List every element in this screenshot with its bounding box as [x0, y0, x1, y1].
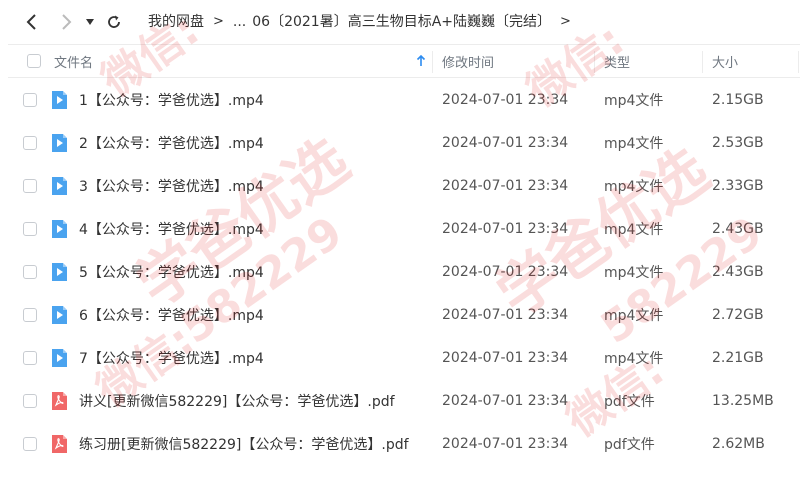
- file-name[interactable]: 7【公众号：学爸优选】.mp4: [79, 336, 264, 379]
- forward-button[interactable]: [54, 10, 78, 34]
- file-modified-time: 2024-07-01 23:34: [442, 220, 569, 237]
- file-name[interactable]: 2【公众号：学爸优选】.mp4: [79, 121, 264, 164]
- video-file-icon: [51, 121, 68, 164]
- file-type: mp4文件: [604, 92, 664, 109]
- file-size: 2.21GB: [712, 349, 764, 366]
- file-row[interactable]: 7【公众号：学爸优选】.mp4 2024-07-01 23:34 mp4文件 2.21…: [8, 336, 800, 379]
- file-row[interactable]: 1【公众号：学爸优选】.mp4 2024-07-01 23:34 mp4文件 2.15…: [8, 78, 800, 121]
- file-name[interactable]: 1【公众号：学爸优选】.mp4: [79, 78, 264, 121]
- chevron-right-icon: [62, 14, 72, 30]
- video-file-icon: [51, 78, 68, 121]
- chevron-left-icon: [26, 14, 36, 30]
- file-name[interactable]: 练习册[更新微信582229]【公众号：学爸优选】.pdf: [79, 422, 409, 465]
- file-type: mp4文件: [604, 178, 664, 195]
- video-file-icon: [51, 250, 68, 293]
- file-size: 13.25MB: [712, 392, 774, 409]
- refresh-button[interactable]: [102, 10, 126, 34]
- file-row[interactable]: 练习册[更新微信582229]【公众号：学爸优选】.pdf 2024-07-01 …: [8, 422, 800, 465]
- file-name[interactable]: 讲义[更新微信582229]【公众号：学爸优选】.pdf: [79, 379, 395, 422]
- row-checkbox[interactable]: [23, 336, 37, 379]
- file-name[interactable]: 6【公众号：学爸优选】.mp4: [79, 293, 264, 336]
- file-modified-time: 2024-07-01 23:34: [442, 392, 569, 409]
- file-name[interactable]: 5【公众号：学爸优选】.mp4: [79, 250, 264, 293]
- file-row[interactable]: 4【公众号：学爸优选】.mp4 2024-07-01 23:34 mp4文件 2.43…: [8, 207, 800, 250]
- file-type: mp4文件: [604, 307, 664, 324]
- row-checkbox[interactable]: [23, 250, 37, 293]
- file-type: mp4文件: [604, 264, 664, 281]
- file-modified-time: 2024-07-01 23:34: [442, 349, 569, 366]
- column-header-modified[interactable]: 修改时间: [442, 45, 494, 77]
- navigation-bar: 我的网盘 > ... 06〔2021暑〕高三生物目标A+陆巍巍〔完结〕 >: [0, 0, 800, 44]
- file-name[interactable]: 3【公众号：学爸优选】.mp4: [79, 164, 264, 207]
- column-header-type[interactable]: 类型: [604, 45, 630, 77]
- row-checkbox[interactable]: [23, 422, 37, 465]
- video-file-icon: [51, 336, 68, 379]
- file-size: 2.33GB: [712, 177, 764, 194]
- file-list: 1【公众号：学爸优选】.mp4 2024-07-01 23:34 mp4文件 2.15…: [8, 78, 800, 465]
- row-checkbox[interactable]: [23, 207, 37, 250]
- breadcrumb-separator-icon: >: [213, 14, 224, 29]
- file-size: 2.62MB: [712, 435, 765, 452]
- file-size: 2.15GB: [712, 91, 764, 108]
- file-size: 2.53GB: [712, 134, 764, 151]
- file-list-header: 文件名 修改时间 类型 大小: [8, 44, 800, 78]
- file-row[interactable]: 讲义[更新微信582229]【公众号：学爸优选】.pdf 2024-07-01 2…: [8, 379, 800, 422]
- select-all-checkbox[interactable]: [27, 45, 41, 77]
- video-file-icon: [51, 207, 68, 250]
- file-modified-time: 2024-07-01 23:34: [442, 177, 569, 194]
- breadcrumb-ellipsis[interactable]: ...: [233, 12, 246, 32]
- file-type: mp4文件: [604, 135, 664, 152]
- breadcrumb-current-folder[interactable]: 06〔2021暑〕高三生物目标A+陆巍巍〔完结〕: [252, 12, 551, 32]
- breadcrumb-root[interactable]: 我的网盘: [148, 12, 204, 32]
- file-type: pdf文件: [604, 436, 655, 453]
- row-checkbox[interactable]: [23, 121, 37, 164]
- file-modified-time: 2024-07-01 23:34: [442, 435, 569, 452]
- file-name[interactable]: 4【公众号：学爸优选】.mp4: [79, 207, 264, 250]
- breadcrumb-separator-icon: >: [560, 14, 571, 29]
- back-button[interactable]: [20, 10, 44, 34]
- file-type: mp4文件: [604, 350, 664, 367]
- file-modified-time: 2024-07-01 23:34: [442, 134, 569, 151]
- row-checkbox[interactable]: [23, 164, 37, 207]
- column-divider[interactable]: [594, 51, 595, 73]
- file-size: 2.43GB: [712, 263, 764, 280]
- row-checkbox[interactable]: [23, 78, 37, 121]
- file-size: 2.43GB: [712, 220, 764, 237]
- file-modified-time: 2024-07-01 23:34: [442, 263, 569, 280]
- video-file-icon: [51, 164, 68, 207]
- file-type: mp4文件: [604, 221, 664, 238]
- video-file-icon: [51, 293, 68, 336]
- history-dropdown-button[interactable]: [80, 10, 100, 34]
- pdf-file-icon: [51, 422, 68, 465]
- column-divider[interactable]: [798, 51, 799, 73]
- file-row[interactable]: 5【公众号：学爸优选】.mp4 2024-07-01 23:34 mp4文件 2.43…: [8, 250, 800, 293]
- column-divider[interactable]: [432, 51, 433, 73]
- refresh-icon: [108, 15, 120, 28]
- breadcrumb: 我的网盘 > ... 06〔2021暑〕高三生物目标A+陆巍巍〔完结〕 >: [148, 12, 580, 32]
- pdf-file-icon: [51, 379, 68, 422]
- file-modified-time: 2024-07-01 23:34: [442, 306, 569, 323]
- file-size: 2.72GB: [712, 306, 764, 323]
- file-type: pdf文件: [604, 393, 655, 410]
- column-header-name[interactable]: 文件名: [54, 45, 93, 77]
- file-modified-time: 2024-07-01 23:34: [442, 91, 569, 108]
- row-checkbox[interactable]: [23, 379, 37, 422]
- column-divider[interactable]: [702, 51, 703, 73]
- sort-ascending-icon[interactable]: [416, 45, 426, 77]
- file-row[interactable]: 3【公众号：学爸优选】.mp4 2024-07-01 23:34 mp4文件 2.33…: [8, 164, 800, 207]
- file-row[interactable]: 2【公众号：学爸优选】.mp4 2024-07-01 23:34 mp4文件 2.53…: [8, 121, 800, 164]
- row-checkbox[interactable]: [23, 293, 37, 336]
- caret-down-icon: [86, 19, 94, 25]
- column-header-size[interactable]: 大小: [712, 45, 738, 77]
- file-row[interactable]: 6【公众号：学爸优选】.mp4 2024-07-01 23:34 mp4文件 2.72…: [8, 293, 800, 336]
